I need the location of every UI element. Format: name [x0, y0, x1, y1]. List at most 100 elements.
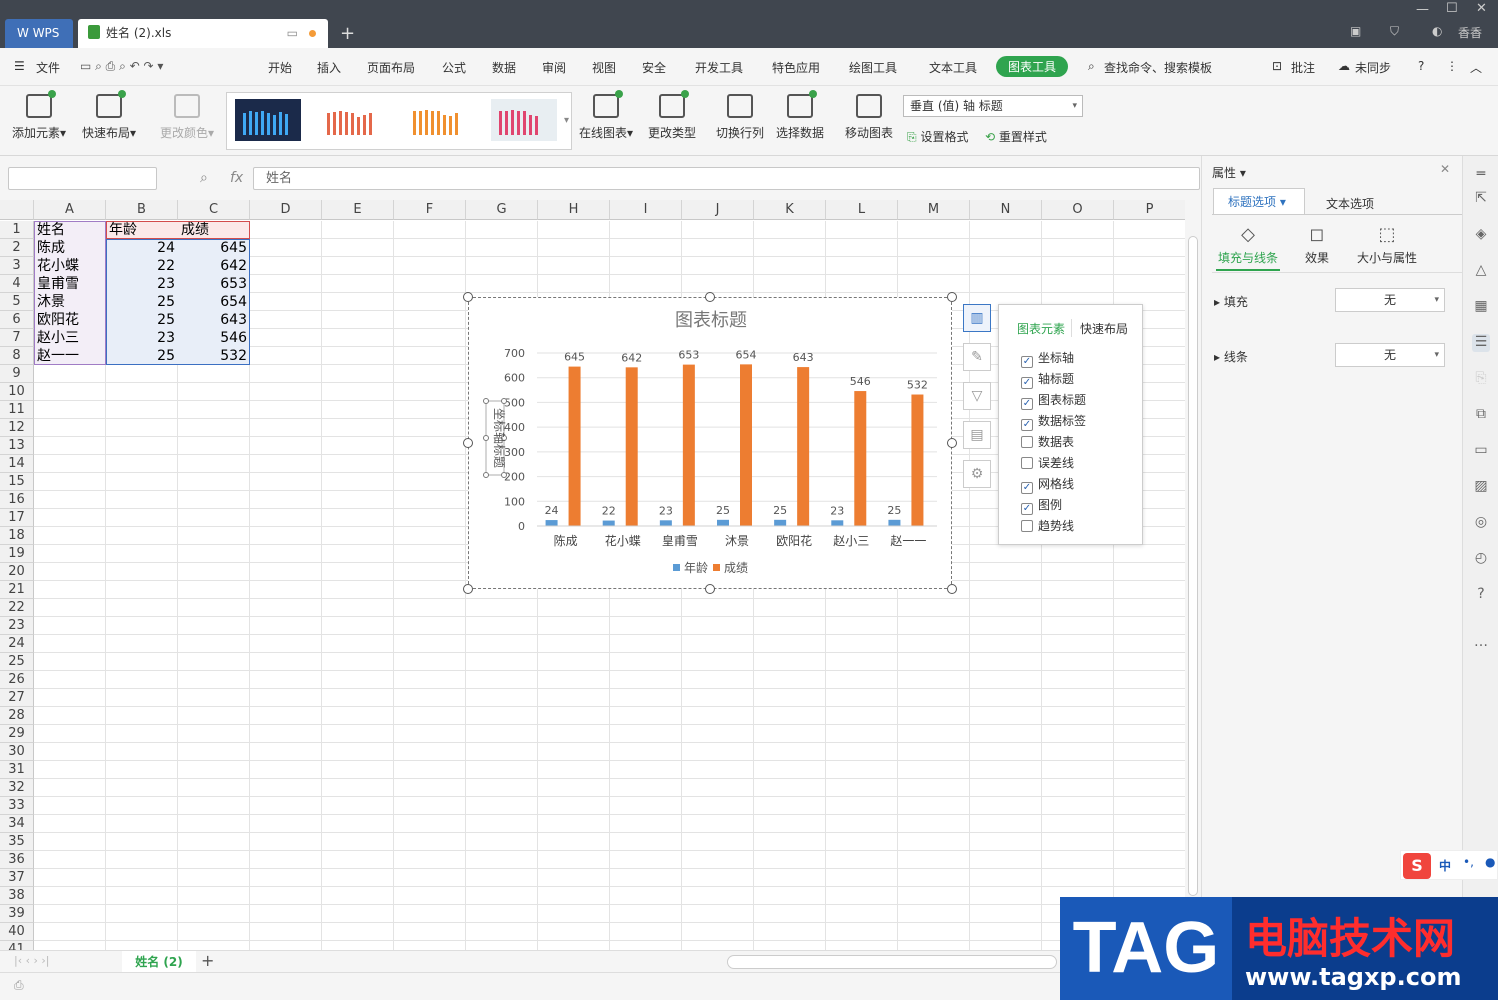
menu-page-layout[interactable]: 页面布局	[367, 59, 415, 76]
column-header[interactable]: O	[1042, 200, 1114, 220]
chart-style-gallery[interactable]: ▾	[226, 92, 572, 150]
menu-special[interactable]: 特色应用	[772, 59, 820, 76]
hamburger-icon[interactable]: ☰	[14, 59, 25, 73]
chart-element-option[interactable]: ✓ 网格线	[1021, 475, 1074, 494]
close-window-icon[interactable]: ✕	[1476, 1, 1487, 16]
row-header[interactable]: 19	[0, 545, 34, 563]
status-icon[interactable]: ⎙	[14, 978, 24, 993]
row-header[interactable]: 6	[0, 311, 34, 329]
column-header[interactable]: J	[682, 200, 754, 220]
row-header[interactable]: 35	[0, 833, 34, 851]
tab-chart-elements[interactable]: 图表元素	[1017, 320, 1065, 337]
row-header[interactable]: 40	[0, 923, 34, 941]
image-icon[interactable]: ▨	[1472, 478, 1490, 496]
menu-data[interactable]: 数据	[492, 59, 516, 76]
menu-insert[interactable]: 插入	[317, 59, 341, 76]
row-header[interactable]: 37	[0, 869, 34, 887]
tab-text-options[interactable]: 文本选项	[1326, 195, 1374, 212]
resize-handle[interactable]	[463, 292, 473, 302]
select-data-button[interactable]: 选择数据	[776, 90, 824, 141]
sheet-nav-icons[interactable]: |‹ ‹ › ›|	[14, 954, 50, 967]
column-header[interactable]: K	[754, 200, 826, 220]
resize-handle[interactable]	[705, 292, 715, 302]
table-cell[interactable]: 花小蝶	[34, 257, 106, 275]
row-header[interactable]: 3	[0, 257, 34, 275]
table-cell[interactable]: 25	[106, 293, 178, 311]
close-panel-icon[interactable]: ✕	[1440, 162, 1450, 176]
quick-access-icons[interactable]: ▭ ⌕ ⎙ ⌕ ↶ ↷ ▾	[80, 59, 163, 74]
chart-style-red[interactable]	[319, 99, 385, 141]
table-cell[interactable]: 653	[178, 275, 250, 293]
chart-style-orange[interactable]	[405, 99, 471, 141]
chart-online-icon[interactable]: ▤	[963, 421, 991, 449]
archive-icon[interactable]: ▭	[1472, 442, 1490, 460]
help-icon[interactable]: ?	[1472, 586, 1490, 604]
edit-icon[interactable]: ⎘	[1472, 370, 1490, 388]
mic-icon[interactable]: ●	[1485, 855, 1495, 869]
table-cell[interactable]: 25	[106, 347, 178, 365]
shirt-icon[interactable]: ⛉	[1390, 24, 1399, 39]
row-header[interactable]: 1	[0, 221, 34, 239]
chart-style-brush-icon[interactable]: ✎	[963, 343, 991, 371]
more-icon[interactable]: ⋮	[1446, 59, 1458, 73]
formula-input[interactable]: 姓名	[253, 167, 1200, 190]
column-header[interactable]: L	[826, 200, 898, 220]
resize-handle[interactable]	[705, 584, 715, 594]
table-cell[interactable]: 沐景	[34, 293, 106, 311]
table-cell[interactable]: 654	[178, 293, 250, 311]
row-header[interactable]: 36	[0, 851, 34, 869]
table-cell[interactable]: 22	[106, 257, 178, 275]
column-header[interactable]: N	[970, 200, 1042, 220]
chart-style-dark[interactable]	[235, 99, 301, 141]
table-cell[interactable]: 姓名	[34, 221, 106, 239]
shapes-icon[interactable]: ◈	[1472, 226, 1490, 244]
menu-formula[interactable]: 公式	[442, 59, 466, 76]
gallery-more-icon[interactable]: ▾	[564, 115, 569, 126]
row-header[interactable]: 14	[0, 455, 34, 473]
column-header[interactable]: H	[538, 200, 610, 220]
chart-element-option[interactable]: ✓ 数据标签	[1021, 412, 1086, 431]
table-cell[interactable]: 24	[106, 239, 178, 257]
sub-effect[interactable]: ◻ 效果	[1300, 224, 1334, 266]
column-header[interactable]: D	[250, 200, 322, 220]
row-header[interactable]: 23	[0, 617, 34, 635]
chart-element-selector[interactable]: 垂直 (值) 轴 标题 ▾	[903, 95, 1083, 117]
zoom-icon[interactable]: ⌕	[200, 170, 208, 186]
reset-style-button[interactable]: ⟲ 重置样式	[985, 128, 1047, 145]
row-header[interactable]: 9	[0, 365, 34, 383]
table-cell[interactable]: 陈成	[34, 239, 106, 257]
new-tab-button[interactable]: +	[340, 19, 355, 48]
column-header[interactable]: G	[466, 200, 538, 220]
menu-text-tools[interactable]: 文本工具	[929, 59, 977, 76]
row-header[interactable]: 22	[0, 599, 34, 617]
sync-status[interactable]: 未同步	[1355, 59, 1391, 76]
menu-drawing-tools[interactable]: 绘图工具	[849, 59, 897, 76]
resize-handle[interactable]	[947, 438, 957, 448]
chart-svg[interactable]: 图表标题 0 100 200 300 400 500 600 700 坐标轴标题 24 645 陈成 22…	[469, 298, 953, 590]
row-header[interactable]: 15	[0, 473, 34, 491]
menu-chart-tools[interactable]: 图表工具	[996, 56, 1069, 77]
chart-element-option[interactable]: 趋势线	[1021, 517, 1074, 534]
column-header[interactable]: A	[34, 200, 106, 220]
monitor-icon[interactable]: ▭	[287, 19, 298, 48]
name-box[interactable]	[8, 167, 157, 190]
tab-title-options[interactable]: 标题选项 ▾	[1213, 188, 1305, 215]
window-count-icon[interactable]: ▣	[1350, 24, 1361, 38]
more-icon[interactable]: …	[1472, 634, 1490, 652]
file-tab[interactable]: 姓名 (2).xls ▭	[78, 19, 328, 48]
row-header[interactable]: 24	[0, 635, 34, 653]
checkbox[interactable]: ✓	[1021, 503, 1033, 515]
row-header[interactable]: 10	[0, 383, 34, 401]
sheet-tab[interactable]: 姓名 (2)	[122, 951, 196, 973]
row-header[interactable]: 27	[0, 689, 34, 707]
row-header[interactable]: 17	[0, 509, 34, 527]
checkbox[interactable]: ✓	[1021, 356, 1033, 368]
table-cell[interactable]: 赵一一	[34, 347, 106, 365]
row-header[interactable]: 8	[0, 347, 34, 365]
table-cell[interactable]: 欧阳花	[34, 311, 106, 329]
row-header[interactable]: 34	[0, 815, 34, 833]
resize-handle[interactable]	[947, 292, 957, 302]
row-header[interactable]: 41	[0, 941, 34, 950]
punctuation-icon[interactable]: •,	[1463, 855, 1474, 869]
row-header[interactable]: 18	[0, 527, 34, 545]
